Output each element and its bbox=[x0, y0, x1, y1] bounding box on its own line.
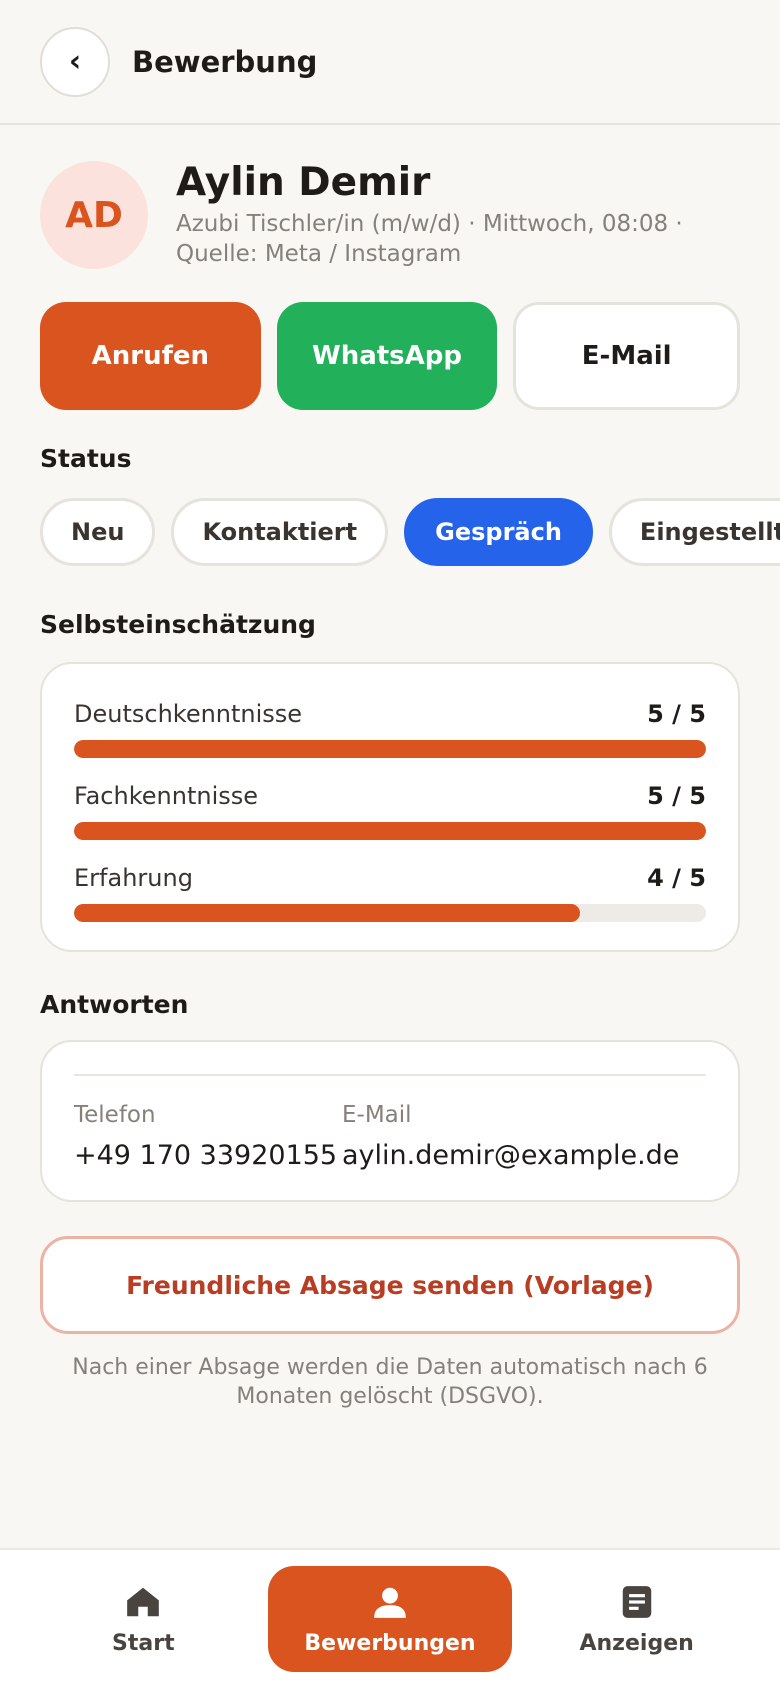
gdpr-note: Nach einer Absage werden die Daten autom… bbox=[72, 1355, 708, 1409]
status-chips: Neu Kontaktiert Gespräch Eingestellt bbox=[40, 498, 780, 566]
rating-bar bbox=[74, 904, 706, 922]
rating-value: 5 / 5 bbox=[647, 700, 706, 728]
rating-bar-fill bbox=[74, 904, 580, 922]
avatar: AD bbox=[40, 161, 148, 269]
page-title: Bewerbung bbox=[132, 44, 318, 79]
rating-row: Fachkenntnisse 5 / 5 bbox=[42, 782, 738, 864]
email-answer: E-Mail aylin.demir@example.de bbox=[342, 1102, 679, 1171]
document-icon bbox=[622, 1585, 651, 1618]
self-assessment-heading: Selbsteinschätzung bbox=[40, 610, 316, 639]
email-label: E-Mail bbox=[342, 1102, 412, 1128]
rating-label: Fachkenntnisse bbox=[74, 782, 259, 810]
whatsapp-button[interactable]: WhatsApp bbox=[276, 302, 498, 410]
rating-bar bbox=[74, 740, 706, 758]
nav-label: Anzeigen bbox=[579, 1630, 694, 1656]
send-rejection-button[interactable]: Freundliche Absage senden (Vorlage) bbox=[40, 1236, 740, 1334]
status-chip-kontaktiert[interactable]: Kontaktiert bbox=[171, 498, 389, 566]
top-bar: ‹ Bewerbung bbox=[0, 0, 780, 125]
rating-label: Deutschkenntnisse bbox=[74, 700, 303, 728]
status-heading: Status bbox=[40, 444, 132, 473]
rating-bar-fill bbox=[74, 740, 706, 758]
home-icon bbox=[127, 1587, 160, 1616]
rating-bar bbox=[74, 822, 706, 840]
nav-label: Start bbox=[112, 1630, 175, 1656]
chevron-left-icon: ‹ bbox=[68, 44, 82, 79]
nav-label: Bewerbungen bbox=[304, 1630, 476, 1656]
nav-item-bewerbungen[interactable]: Bewerbungen bbox=[267, 1566, 512, 1672]
answers-card: Telefon +49 170 33920155 E-Mail aylin.de… bbox=[40, 1040, 740, 1202]
rating-bar-fill bbox=[74, 822, 706, 840]
divider bbox=[74, 1074, 706, 1076]
status-chip-eingestellt[interactable]: Eingestellt bbox=[608, 498, 780, 566]
self-assessment-card: Deutschkenntnisse 5 / 5 Fachkenntnisse 5… bbox=[40, 662, 740, 952]
person-icon bbox=[374, 1587, 406, 1618]
answers-heading: Antworten bbox=[40, 990, 189, 1019]
call-button[interactable]: Anrufen bbox=[40, 302, 261, 410]
phone-value[interactable]: +49 170 33920155 bbox=[74, 1140, 337, 1171]
rating-row: Deutschkenntnisse 5 / 5 bbox=[42, 700, 738, 782]
applicant-subtitle: Azubi Tischler/in (m/w/d) · Mittwoch, 08… bbox=[176, 210, 683, 267]
rating-label: Erfahrung bbox=[74, 864, 193, 892]
back-button[interactable]: ‹ bbox=[40, 26, 110, 97]
status-chip-gespraech[interactable]: Gespräch bbox=[404, 498, 593, 566]
nav-item-start[interactable]: Start bbox=[21, 1566, 265, 1672]
applicant-name: Aylin Demir bbox=[176, 160, 431, 205]
contact-actions: Anrufen WhatsApp E-Mail bbox=[40, 302, 741, 410]
status-chip-neu[interactable]: Neu bbox=[40, 498, 156, 566]
phone-label: Telefon bbox=[74, 1102, 156, 1128]
rating-row: Erfahrung 4 / 5 bbox=[42, 864, 738, 946]
nav-item-anzeigen[interactable]: Anzeigen bbox=[515, 1566, 759, 1672]
bottom-navigation: Start Bewerbungen Anzeigen bbox=[0, 1548, 780, 1688]
email-button[interactable]: E-Mail bbox=[513, 302, 741, 410]
rating-value: 5 / 5 bbox=[647, 782, 706, 810]
rating-value: 4 / 5 bbox=[647, 864, 706, 892]
phone-answer: Telefon +49 170 33920155 bbox=[74, 1102, 337, 1171]
email-value[interactable]: aylin.demir@example.de bbox=[342, 1140, 679, 1171]
